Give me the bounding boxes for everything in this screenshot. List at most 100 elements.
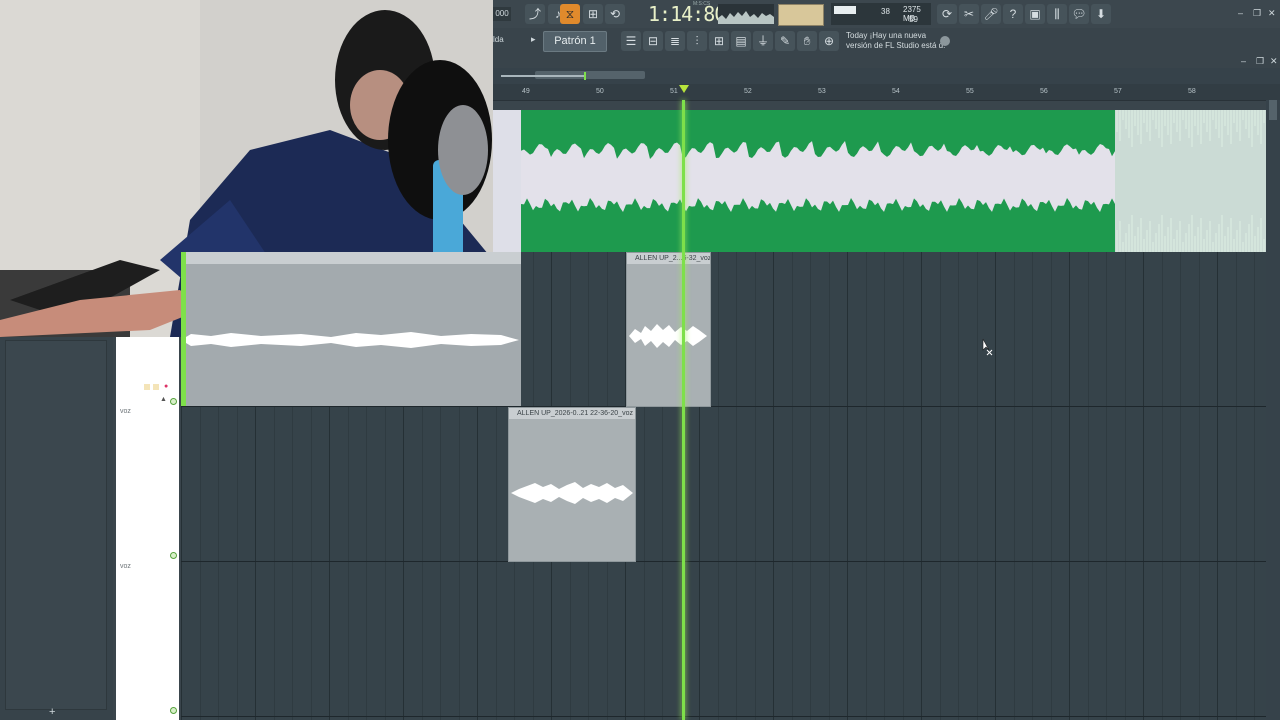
cpu-value: 38 [881,7,890,16]
news-panel[interactable]: Today ¡Hay una nueva versión de FL Studi… [846,31,946,51]
track-2-label: voz [120,563,131,570]
grid-line [866,252,867,720]
ruler-bar-53: 53 [818,88,826,95]
grid-line [1162,252,1163,720]
mic-icon[interactable]: 🎤︎ [981,4,1001,24]
clipboard-icon[interactable]: ▤ [731,31,751,51]
cpu-monitor: 38 2375 MB 59 [831,3,931,25]
playlist-close-icon[interactable]: ✕ [1270,56,1278,67]
grid-line [847,252,848,720]
clip-2-waveform [511,482,633,504]
grid-line [1236,252,1237,720]
grid-line [1143,252,1144,720]
grid-line [829,252,830,720]
minimize-icon[interactable]: – [1238,8,1243,18]
playlist-maximize-icon[interactable]: ❐ [1256,56,1264,67]
overview-playhead [584,72,586,80]
track-3-enable[interactable] [170,707,177,714]
grid-line [736,252,737,720]
audio-clip-master[interactable] [493,110,1266,252]
ruler-bar-51: 51 [670,88,678,95]
master-intro-shade [493,110,521,252]
vertical-scrollbar[interactable] [1266,100,1280,720]
volume-meter[interactable] [778,4,824,26]
ruler-bar-54: 54 [892,88,900,95]
maximize-icon[interactable]: ❐ [1253,8,1261,19]
audio-clip-1[interactable]: ALLEN UP_2...6-32_voz [626,252,711,407]
mixer-icon[interactable]: ⫼ [1047,4,1067,24]
pattern-selector[interactable]: Patrón 1 [543,31,607,52]
ruler-bar-57: 57 [1114,88,1122,95]
grid-line [1199,252,1200,720]
ruler-bar-58: 58 [1188,88,1196,95]
record-mode-icon[interactable]: ⊞ [583,4,603,24]
mixer-view-icon[interactable]: ⫶ [687,31,707,51]
browser-list[interactable] [5,340,107,710]
playhead-line[interactable] [682,100,685,720]
save-icon[interactable]: ▣ [1025,4,1045,24]
grid-line [1088,252,1089,720]
pattern-arrow-icon[interactable]: ▸ [531,34,536,45]
overview-line [501,75,586,77]
touch-icon[interactable]: ✋︎ [797,31,817,51]
shop-icon[interactable]: ⊕ [819,31,839,51]
timeline-ruler[interactable]: 49 50 51 52 53 54 55 56 57 58 [493,84,1280,101]
grid-line [1051,252,1052,720]
audio-clip-partial[interactable] [181,252,521,406]
track-mute-icon[interactable] [144,384,150,390]
playlist-icon[interactable]: ☰ [621,31,641,51]
track-controls[interactable]: ● [144,381,174,393]
track-solo-icon[interactable] [153,384,159,390]
track-1-enable[interactable] [170,398,177,405]
add-track-icon[interactable]: + [49,706,55,718]
globe-icon[interactable] [940,36,950,46]
time-format-label: M:S:CS [693,1,711,7]
track-1-label: voz [120,408,131,415]
track-collapse-icon[interactable]: ▲ [160,396,167,403]
grid-line [958,252,959,720]
track-2-enable[interactable] [170,552,177,559]
playlist-overview[interactable] [493,68,1280,84]
grid-line [995,252,996,720]
mouse-cursor-icon [982,338,993,356]
clip-title-bar [181,252,521,264]
grid-line [810,252,811,720]
track-separator [181,406,1266,407]
download-icon[interactable]: ⬇ [1091,4,1111,24]
loop-record-icon[interactable]: ⟲ [605,4,625,24]
track-separator [181,561,1266,562]
grid-line [1217,252,1218,720]
vertical-scroll-thumb[interactable] [1269,100,1277,120]
track-separator [181,716,1266,717]
clip-waveform [181,332,519,348]
grid-line [921,252,922,720]
song-mode-icon[interactable]: ⤴ [525,4,545,24]
playlist-minimize-icon[interactable]: – [1241,56,1246,66]
cut-icon[interactable]: ✂ [959,4,979,24]
step-edit-icon[interactable]: ⧖ [560,4,580,24]
help-icon[interactable]: ? [1003,4,1023,24]
browser-icon[interactable]: ⊞ [709,31,729,51]
grid-line [773,252,774,720]
piano-roll-icon[interactable]: ⊟ [643,31,663,51]
snap-selector[interactable]: lda [493,35,504,44]
audio-clip-2[interactable]: ALLEN UP_2026-0..21 22-36-20_voz [508,407,636,562]
tempo-display[interactable]: 000 [493,7,511,21]
plugin-icon[interactable]: ⏚ [753,31,773,51]
grid-line [1180,252,1181,720]
track-record-icon[interactable]: ● [164,383,168,390]
news-line-2: versión de FL Studio está d. [846,41,946,50]
grid-line [792,252,793,720]
master-right-tint [1115,110,1266,252]
refresh-icon[interactable]: ⟳ [937,4,957,24]
chat-icon[interactable]: 💬︎ [1069,4,1089,24]
channel-rack-icon[interactable]: ≣ [665,31,685,51]
playhead-marker[interactable] [679,85,689,93]
grid-line [1106,252,1107,720]
grid-line [884,252,885,720]
ruler-bar-56: 56 [1040,88,1048,95]
brush-icon[interactable]: ✎ [775,31,795,51]
close-icon[interactable]: ✕ [1268,8,1276,19]
grid-line [903,252,904,720]
audio-clip-2-title: ALLEN UP_2026-0..21 22-36-20_voz [509,408,635,419]
